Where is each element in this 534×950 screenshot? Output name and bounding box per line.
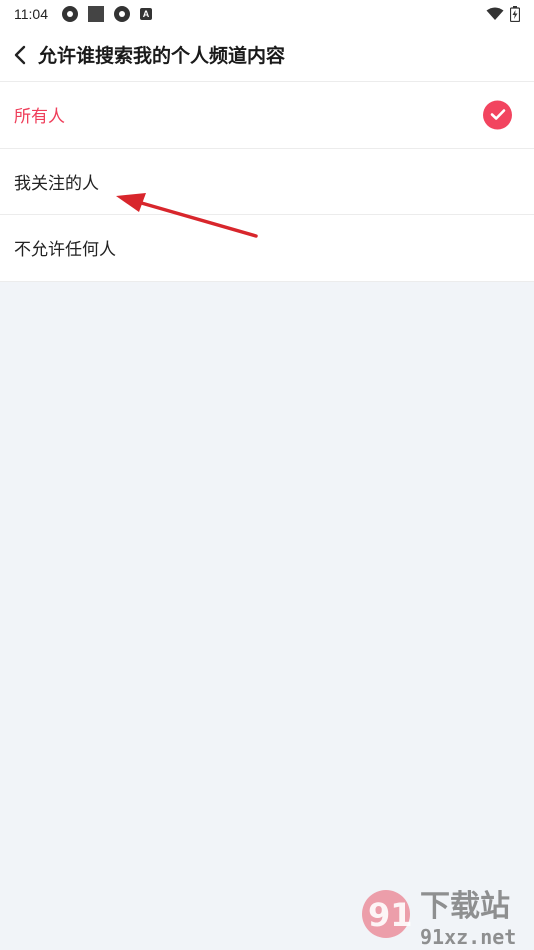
a-badge-icon: A (140, 8, 152, 20)
option-no-one[interactable]: 不允许任何人 (0, 215, 534, 282)
watermark-brand: 下载站 (420, 889, 510, 924)
wifi-icon (486, 7, 504, 20)
aperture-icon (62, 6, 78, 22)
aperture-icon-2 (114, 6, 130, 22)
option-everyone[interactable]: 所有人 (0, 82, 534, 149)
status-bar: 11:04 A (0, 0, 534, 28)
back-button[interactable] (0, 28, 40, 82)
watermark-logo-text: 91 (368, 896, 413, 934)
status-right-icons (486, 6, 520, 22)
status-time: 11:04 (14, 6, 48, 22)
watermark-logo-icon: 91 下载站 91xz.net (362, 889, 516, 949)
chevron-left-icon (14, 45, 26, 64)
option-followed-users[interactable]: 我关注的人 (0, 149, 534, 215)
battery-icon (510, 6, 520, 22)
option-label: 我关注的人 (14, 173, 99, 194)
app-header: 允许谁搜索我的个人频道内容 (0, 28, 534, 82)
visibility-option-list: 所有人 我关注的人 不允许任何人 (0, 82, 534, 282)
watermark-domain: 91xz.net (420, 925, 516, 949)
page-title: 允许谁搜索我的个人频道内容 (38, 45, 286, 67)
option-label: 不允许任何人 (14, 240, 116, 261)
notification-icons: A (62, 6, 152, 22)
square-icon (88, 6, 104, 22)
watermark: 91 下载站 91xz.net (358, 880, 528, 950)
checkmark-icon (483, 100, 512, 130)
option-label: 所有人 (14, 107, 65, 128)
